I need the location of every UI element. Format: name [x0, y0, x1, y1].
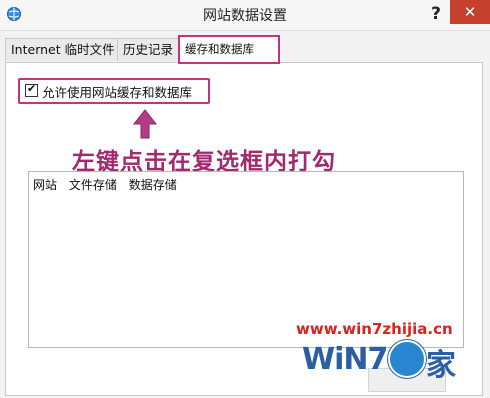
column-header-site[interactable]: 网站 [33, 178, 57, 192]
column-header-data-storage[interactable]: 数据存储 [129, 178, 177, 192]
tab-internet-temp-files[interactable]: Internet 临时文件 [5, 38, 121, 61]
list-header: 网站 文件存储 数据存储 [33, 176, 185, 193]
title-bar: 网站数据设置 ? ✕ [0, 0, 490, 31]
checkmark-icon: ✔ [27, 82, 37, 95]
column-header-file-storage[interactable]: 文件存储 [69, 178, 117, 192]
watermark-ball-icon [388, 340, 426, 378]
allow-cache-checkbox-row[interactable]: ✔ 允许使用网站缓存和数据库 [18, 78, 210, 104]
allow-cache-label[interactable]: 允许使用网站缓存和数据库 [42, 82, 192, 101]
watermark-logo-text: WiN7. [302, 342, 399, 377]
close-button[interactable]: ✕ [450, 0, 490, 24]
window-title: 网站数据设置 [203, 8, 287, 24]
help-button[interactable]: ? [426, 0, 446, 28]
watermark-logo: WiN7. 家 [302, 338, 472, 383]
watermark-url: www.win7zhijia.cn [296, 320, 453, 338]
annotation-arrow-icon [132, 109, 158, 139]
tab-caches-databases[interactable]: 缓存和数据库 [178, 35, 280, 64]
tab-history[interactable]: 历史记录 [117, 38, 185, 61]
allow-cache-checkbox[interactable]: ✔ [25, 82, 38, 97]
watermark-logo-suffix: 家 [426, 348, 456, 383]
